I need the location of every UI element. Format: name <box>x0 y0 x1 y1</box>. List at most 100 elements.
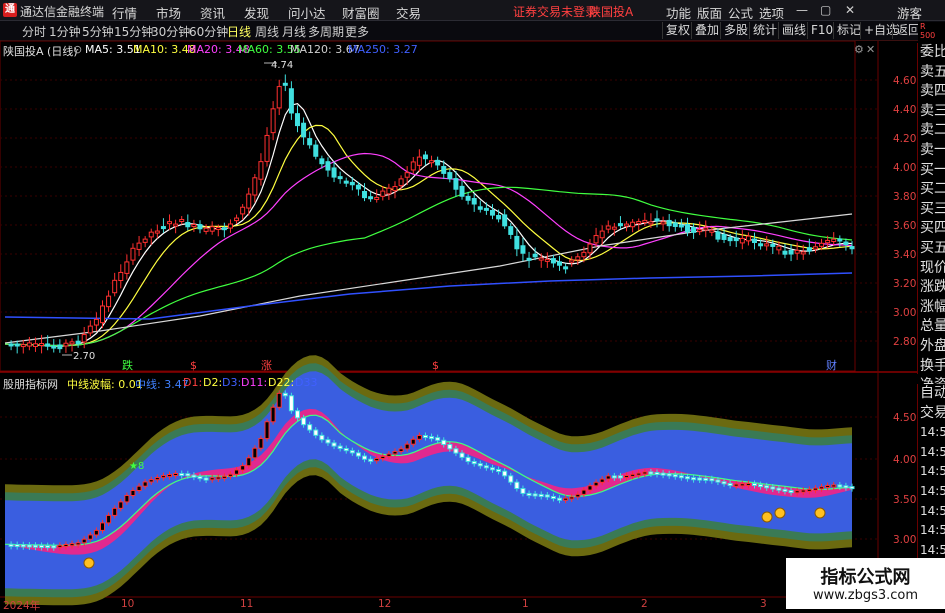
star-marker: ★8 <box>129 461 144 472</box>
sub-candle-body <box>819 486 825 490</box>
chevron-down-icon[interactable]: ⊙ <box>73 43 82 56</box>
tab-timeshare[interactable]: 分时 <box>22 23 46 40</box>
sub-candle-body <box>831 484 837 488</box>
candle-body <box>563 266 569 270</box>
overlay-button[interactable]: 叠加 <box>691 22 722 39</box>
candle-body <box>794 249 800 254</box>
settings-gear-icon[interactable]: ⚙ <box>854 43 864 56</box>
price-tick: 4.00 <box>893 162 916 174</box>
multi-stock-button[interactable]: 多股 <box>720 22 751 39</box>
menu-trade[interactable]: 交易 <box>396 3 421 22</box>
kline-chart-area[interactable]: 4.60 4.40 4.20 4.00 3.80 3.60 3.40 3.20 … <box>0 41 945 609</box>
sub-candle-body <box>148 479 154 483</box>
tab-60min[interactable]: 60分钟 <box>189 23 228 40</box>
tab-weekly[interactable]: 周线 <box>255 23 279 40</box>
candle-body <box>288 88 294 114</box>
candle-body <box>812 246 818 250</box>
menu-layout[interactable]: 版面 <box>697 3 722 22</box>
sub-candle-body <box>605 475 611 480</box>
tab-monthly[interactable]: 月线 <box>282 23 306 40</box>
sub-candle-body <box>331 442 337 447</box>
sub-candle-body <box>410 438 416 445</box>
candle-body <box>483 207 489 211</box>
candle-body <box>471 198 477 205</box>
menu-market[interactable]: 行情 <box>112 3 137 22</box>
tab-multi-period[interactable]: 多周期 <box>308 23 344 40</box>
tab-30min[interactable]: 30分钟 <box>151 23 190 40</box>
draw-line-button[interactable]: 画线 <box>778 22 809 39</box>
candle-body <box>154 230 160 234</box>
sub-candle-body <box>99 522 105 531</box>
statistics-button[interactable]: 统计 <box>749 22 780 39</box>
sub-candle-body <box>739 483 745 487</box>
tab-5min[interactable]: 5分钟 <box>82 23 114 40</box>
menu-function[interactable]: 功能 <box>666 3 691 22</box>
tab-1min[interactable]: 1分钟 <box>49 23 81 40</box>
close-pane-icon[interactable]: ✕ <box>866 43 875 56</box>
sub-candle-body <box>532 493 538 497</box>
sub-candle-body <box>514 481 520 490</box>
close-icon[interactable]: ✕ <box>845 3 855 17</box>
stock-name-title: 陕国投A <box>589 5 634 19</box>
sub-candle-body <box>368 458 374 462</box>
side-top-r: R <box>920 22 926 31</box>
candle-body <box>343 180 349 184</box>
f10-button[interactable]: F10 <box>807 22 836 39</box>
candle-body <box>447 172 453 180</box>
sub-candle-body <box>386 453 392 457</box>
menu-discover[interactable]: 发现 <box>244 3 269 22</box>
xaxis-label: 1 <box>522 598 529 610</box>
sub-candle-body <box>26 544 32 548</box>
candle-body <box>148 231 154 238</box>
watermark-box: 指标公式网 www.zbgs3.com <box>786 558 945 609</box>
tab-daily[interactable]: 日线 <box>227 23 251 40</box>
maximize-icon[interactable]: ▢ <box>820 3 831 17</box>
candle-body <box>526 257 532 261</box>
price-tick: 4.60 <box>893 75 916 87</box>
guest-button[interactable]: 游客 <box>897 3 922 22</box>
menu-wenxiaoda[interactable]: 问小达 <box>288 3 326 22</box>
menu-wealth-circle[interactable]: 财富圈 <box>342 3 380 22</box>
price-tick: 2.80 <box>893 336 916 348</box>
indicator-title[interactable]: 股朋指标网 <box>3 376 58 392</box>
tick-time-label: 14:56 <box>920 503 945 518</box>
menu-formula[interactable]: 公式 <box>728 3 753 22</box>
ma250-label: MA250: 3.27 <box>348 43 418 56</box>
candle-body <box>179 219 185 223</box>
menu-news[interactable]: 资讯 <box>200 3 225 22</box>
price-tick: 3.60 <box>893 220 916 232</box>
candle-body <box>697 229 703 233</box>
tab-more[interactable]: 更多 <box>345 23 369 40</box>
sub-candle-body <box>806 488 812 492</box>
candle-body <box>691 227 697 233</box>
quote-field-label: 买四 <box>920 220 945 237</box>
sub-candle-body <box>849 486 855 490</box>
candle-body <box>57 344 63 350</box>
candle-body <box>538 257 544 261</box>
sub-candle-body <box>258 438 264 449</box>
sub-candle-body <box>782 488 788 492</box>
sub-candle-body <box>32 544 38 548</box>
sub-candle-body <box>319 434 325 441</box>
minimize-icon[interactable]: — <box>796 3 808 17</box>
sub-candle-body <box>569 496 575 500</box>
sub-candle-body <box>270 406 276 423</box>
d2-label: D2: <box>203 376 223 389</box>
tab-15min[interactable]: 15分钟 <box>114 23 153 40</box>
menu-options[interactable]: 选项 <box>759 3 784 22</box>
sub-candle-body <box>825 484 831 488</box>
candle-body <box>337 176 343 180</box>
login-alert[interactable]: 证券交易未登录 <box>513 3 597 20</box>
candle-body <box>782 250 788 255</box>
sub-candle-body <box>294 410 300 419</box>
menu-markets[interactable]: 市场 <box>156 3 181 22</box>
sub-candle-body <box>611 475 617 479</box>
sub-candle-body <box>715 479 721 483</box>
sub-candle-body <box>343 448 349 452</box>
candle-body <box>142 238 148 243</box>
stock-period-label[interactable]: 陕国投A (日线) <box>3 43 78 59</box>
restore-rights-button[interactable]: 复权 <box>662 22 693 39</box>
candle-body <box>800 251 806 255</box>
sub-candle-body <box>520 488 526 494</box>
candle-body <box>63 342 69 347</box>
